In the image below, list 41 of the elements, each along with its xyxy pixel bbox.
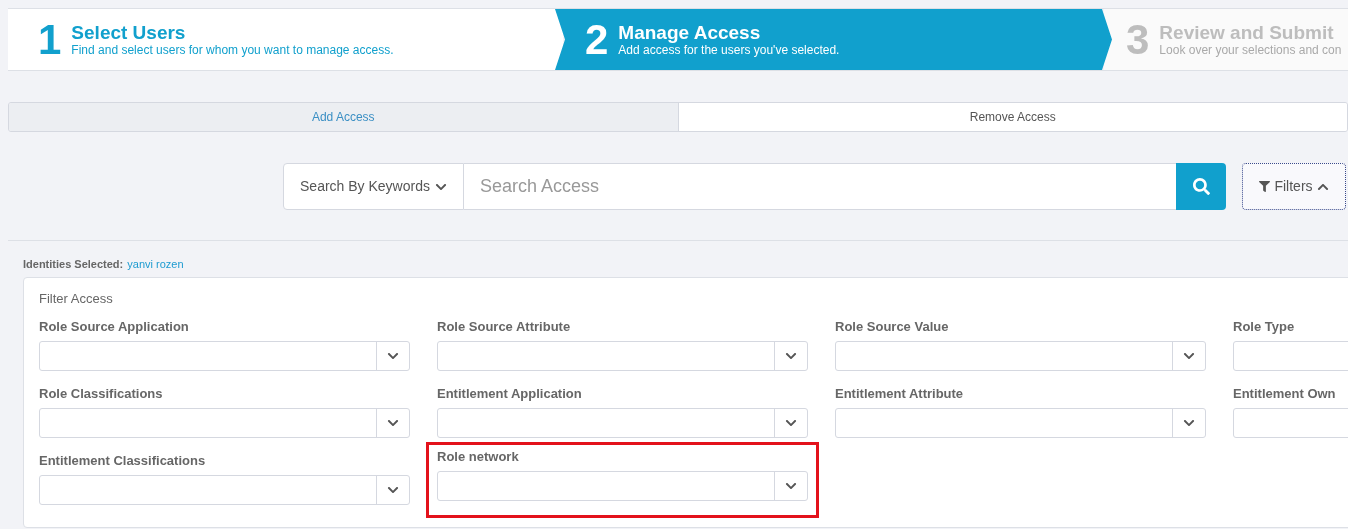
wizard-step[interactable]: 1 Select Users Find and select users for whom you want to manage access.	[8, 9, 563, 70]
field-label: Entitlement Own	[1233, 386, 1337, 402]
step-description: Look over your selections and con	[1159, 43, 1342, 57]
step-description: Add access for the users you've selected.	[618, 43, 840, 57]
search-icon	[1192, 178, 1210, 195]
field-label: Entitlement Application	[437, 386, 583, 402]
select-field[interactable]	[39, 408, 410, 438]
identities-label: Identities Selected:	[23, 257, 124, 271]
identity-link[interactable]: yanvi rozen	[127, 257, 184, 271]
field-label: Role Source Value	[835, 319, 950, 335]
filters-button[interactable]: Filters	[1242, 163, 1346, 210]
step-title: Select Users	[71, 22, 187, 43]
panel-title: Filter Access	[39, 291, 113, 306]
search-button[interactable]	[1176, 163, 1226, 210]
field-label: Role Source Application	[39, 319, 190, 335]
select-field[interactable]	[835, 408, 1206, 438]
field-label: Entitlement Classifications	[39, 453, 207, 469]
field-label: Role network	[437, 449, 520, 465]
step-title: Manage Access	[618, 22, 762, 43]
step-number: 3	[1126, 18, 1150, 61]
field-label: Role Source Attribute	[437, 319, 572, 335]
wizard-step[interactable]: 2 Manage Access Add access for the users you've selected.	[555, 9, 1112, 70]
step-title: Review and Submit	[1159, 22, 1335, 43]
select-field[interactable]	[437, 408, 808, 438]
select-field[interactable]	[835, 341, 1206, 371]
filter-icon	[1259, 181, 1271, 192]
step-number: 1	[38, 18, 62, 61]
wizard-step[interactable]: 3 Review and Submit Look over your selections and con	[1104, 9, 1348, 70]
field-label: Role Type	[1233, 319, 1296, 335]
select-field[interactable]	[39, 341, 410, 371]
select-field[interactable]	[437, 471, 808, 501]
tab[interactable]: Remove Access	[677, 103, 1347, 131]
step-number: 2	[585, 18, 609, 61]
search-mode-dropdown[interactable]: Search By Keywords	[283, 163, 464, 210]
step-description: Find and select users for whom you want to manage access.	[71, 43, 394, 57]
tab[interactable]: Add Access	[9, 103, 678, 131]
field-label: Entitlement Attribute	[835, 386, 965, 402]
select-field[interactable]	[39, 475, 410, 505]
search-field[interactable]: Search Access	[464, 163, 1176, 210]
field-label: Role Classifications	[39, 386, 164, 402]
select-field[interactable]	[437, 341, 808, 371]
